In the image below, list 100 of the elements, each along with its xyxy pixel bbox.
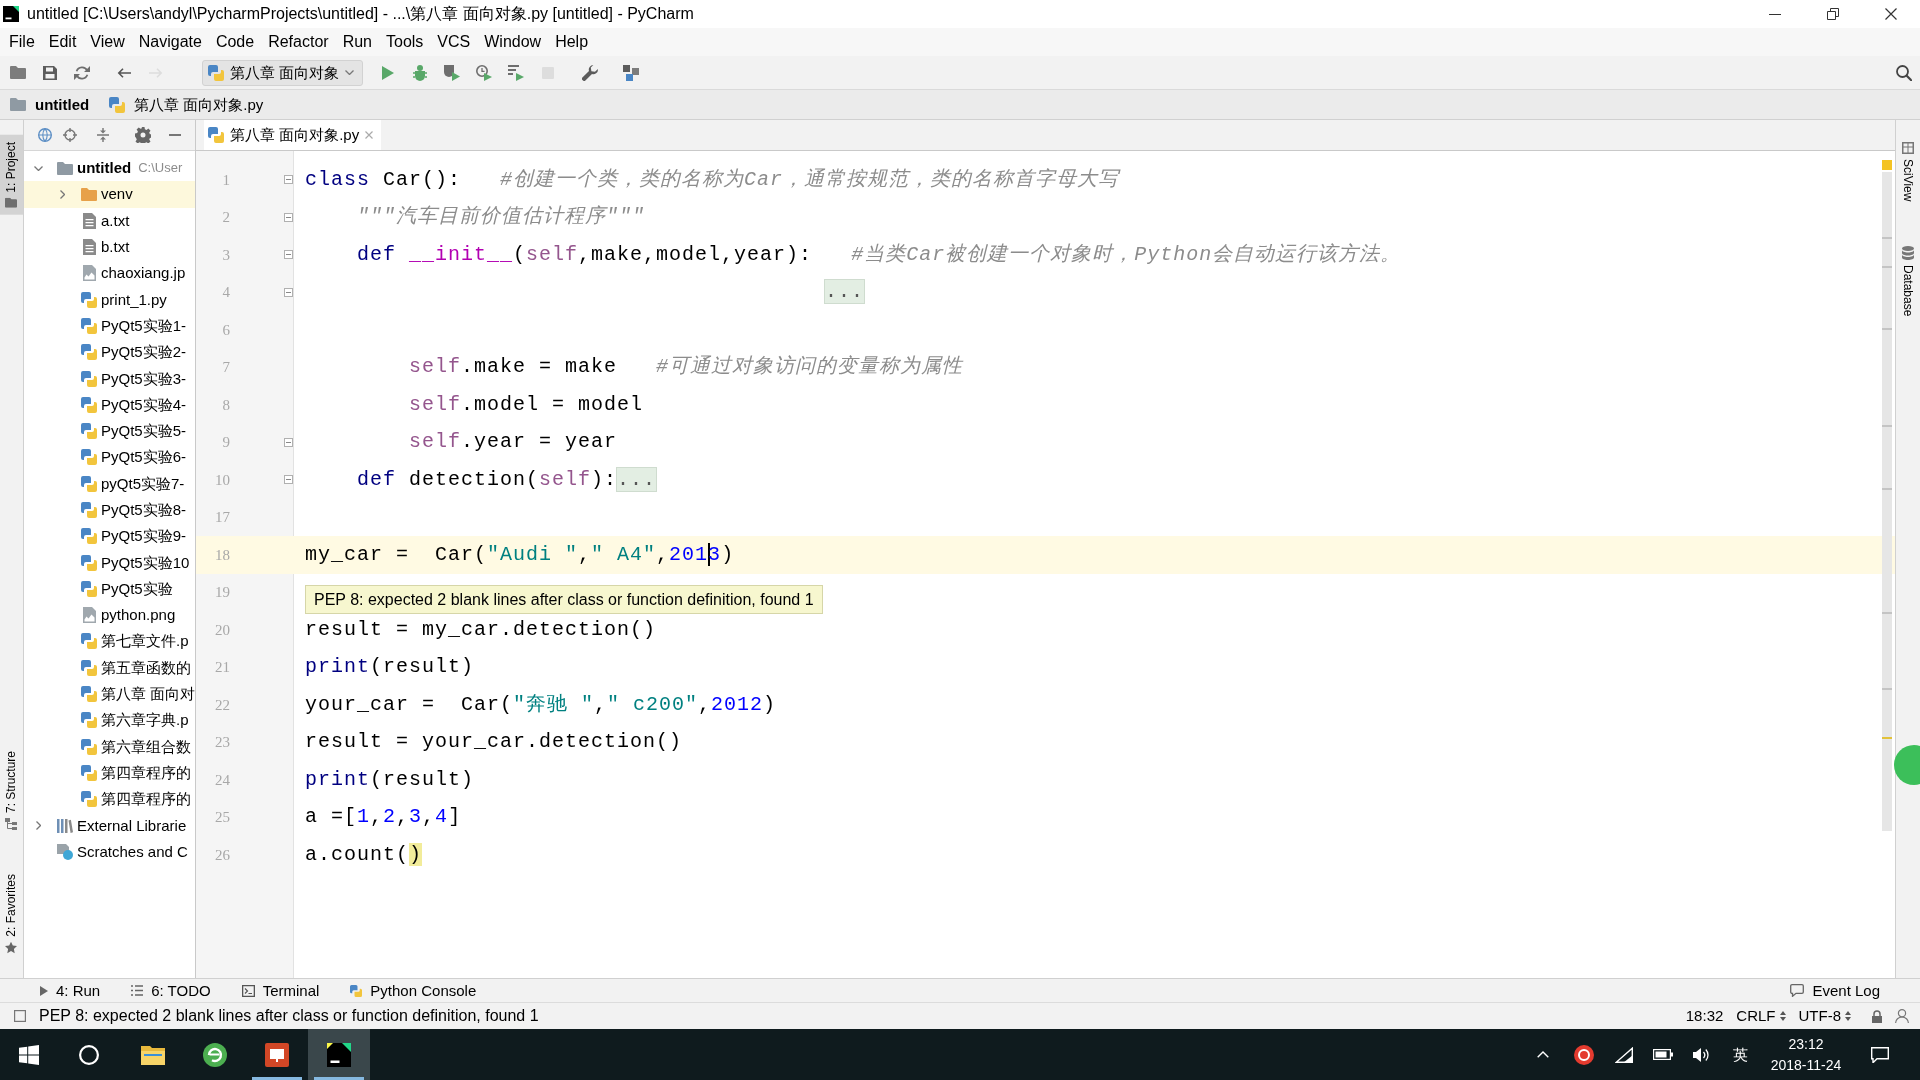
play-icon[interactable] — [382, 65, 395, 80]
search-icon[interactable] — [1896, 64, 1912, 81]
side-tab[interactable]: 1: Project — [0, 135, 23, 215]
breadcrumb[interactable]: 第八章 面向对象.py — [109, 95, 264, 114]
clock-play-icon[interactable] — [476, 64, 493, 81]
refresh-icon[interactable] — [74, 64, 90, 81]
restore-icon[interactable] — [1827, 8, 1839, 20]
tree-item[interactable]: 第四章程序的 — [101, 790, 191, 809]
folder-icon[interactable] — [141, 1044, 165, 1065]
tree-item[interactable]: 第四章程序的 — [101, 763, 191, 782]
encoding-selector[interactable]: UTF-8 — [1798, 1007, 1851, 1025]
wrench-icon[interactable] — [582, 64, 599, 81]
tree-item[interactable]: chaoxiang.jp — [101, 264, 186, 283]
back-arrow-icon[interactable] — [117, 67, 131, 78]
fold-marker-icon[interactable] — [284, 212, 293, 222]
menu-item[interactable]: VCS — [430, 29, 478, 55]
network-icon[interactable] — [1615, 1046, 1633, 1063]
menu-item[interactable]: Tools — [379, 29, 431, 55]
fold-marker-icon[interactable] — [284, 175, 293, 185]
tree-item[interactable]: venv — [101, 185, 133, 204]
tree-item[interactable]: python.png — [101, 606, 176, 625]
app-logo-icon[interactable] — [327, 1042, 351, 1067]
tree-item[interactable]: PyQt5实验6- — [101, 448, 187, 467]
tree-item[interactable]: a.txt — [101, 211, 130, 230]
tree-item[interactable]: PyQt5实验 — [101, 579, 173, 598]
input-method-indicator[interactable]: 英 — [1733, 1045, 1748, 1064]
chevron-up-icon[interactable] — [1537, 1051, 1549, 1058]
windows-logo-icon[interactable] — [19, 1044, 39, 1065]
menu-item[interactable]: Refactor — [261, 29, 336, 55]
panel-toggle-icon[interactable] — [14, 1010, 26, 1022]
tree-item[interactable]: External Librarie — [77, 816, 187, 835]
line-separator-selector[interactable]: CRLF — [1736, 1007, 1786, 1025]
clock-date[interactable]: 2018-11-24 — [1770, 1054, 1842, 1076]
menu-item[interactable]: Help — [548, 29, 596, 55]
menu-item[interactable]: Run — [335, 29, 379, 55]
tool-window-button[interactable]: Event Log — [1790, 981, 1880, 1000]
tree-item[interactable]: pyQt5实验7- — [101, 474, 185, 493]
gear-icon[interactable] — [135, 127, 151, 143]
tree-item[interactable]: 第六章组合数 — [101, 737, 191, 756]
menu-item[interactable]: Edit — [41, 29, 84, 55]
globe-icon[interactable] — [38, 128, 52, 142]
fold-marker-icon[interactable] — [284, 437, 293, 447]
tree-item[interactable]: print_1.py — [101, 290, 167, 309]
editor-tab[interactable]: 第八章 面向对象.py — [204, 120, 382, 150]
tool-window-button[interactable]: Python Console — [350, 981, 477, 1000]
tree-item[interactable]: PyQt5实验3- — [101, 369, 187, 388]
caret-right-icon[interactable] — [59, 189, 65, 199]
speaker-icon[interactable] — [1692, 1046, 1709, 1063]
clock-time[interactable]: 23:12 — [1788, 1033, 1824, 1055]
tree-item[interactable]: PyQt5实验2- — [101, 343, 187, 362]
tree-item[interactable]: Scratches and C — [77, 842, 188, 861]
battery-icon[interactable] — [1653, 1049, 1673, 1060]
close-icon[interactable] — [1885, 8, 1897, 20]
lines-play-icon[interactable] — [508, 64, 525, 81]
ring-icon[interactable] — [1573, 1044, 1594, 1065]
tree-item[interactable]: b.txt — [101, 238, 130, 257]
person-icon[interactable] — [1895, 1009, 1909, 1023]
notification-icon[interactable] — [1871, 1046, 1889, 1063]
collapse-all-icon[interactable] — [97, 128, 109, 142]
bug-icon[interactable] — [413, 64, 428, 81]
tree-item[interactable]: PyQt5实验10 — [101, 553, 190, 572]
breadcrumb[interactable]: untitled — [10, 95, 90, 114]
menu-item[interactable]: View — [83, 29, 132, 55]
caret-right-icon[interactable] — [35, 821, 41, 831]
crosshair-icon[interactable] — [63, 128, 77, 142]
run-configuration-dropdown[interactable]: 第八章 面向对象 — [202, 59, 364, 86]
tree-item[interactable]: PyQt5实验1- — [101, 316, 187, 335]
fold-marker-icon[interactable] — [284, 287, 293, 297]
tree-item[interactable]: 第六章字典.p — [101, 711, 189, 730]
tree-item[interactable]: 第七章文件.p — [101, 632, 189, 651]
circle-icon[interactable] — [79, 1044, 99, 1065]
lock-icon[interactable] — [1872, 1009, 1882, 1023]
browser-icon[interactable] — [203, 1042, 227, 1067]
tree-item[interactable]: untitled — [77, 159, 132, 178]
side-tab[interactable]: SciView — [1896, 135, 1920, 209]
menu-item[interactable]: Code — [208, 29, 262, 55]
minimize-icon[interactable] — [1769, 13, 1781, 15]
tree-item[interactable]: 第八章 面向对 — [101, 685, 195, 704]
fold-marker-icon[interactable] — [284, 250, 293, 260]
tool-window-button[interactable]: 4: Run — [40, 981, 101, 1000]
tool-window-button[interactable]: 6: TODO — [131, 981, 211, 1000]
caret-position[interactable]: 18:32 — [1685, 1007, 1724, 1025]
menu-item[interactable]: Window — [477, 29, 549, 55]
tree-item[interactable]: PyQt5实验8- — [101, 501, 187, 519]
menu-item[interactable]: File — [2, 29, 42, 55]
tool-window-button[interactable]: Terminal — [241, 981, 320, 1000]
side-tab[interactable]: 2: Favorites — [0, 867, 23, 961]
blocks-icon[interactable] — [623, 64, 640, 81]
tree-item[interactable]: PyQt5实验9- — [101, 527, 187, 546]
tree-item[interactable]: PyQt5实验4- — [101, 395, 187, 414]
tree-item[interactable]: 第五章函数的 — [101, 658, 191, 677]
menu-item[interactable]: Navigate — [131, 29, 209, 55]
save-icon[interactable] — [43, 65, 57, 80]
presentation-icon[interactable] — [265, 1042, 289, 1067]
side-tab[interactable]: 7: Structure — [0, 744, 23, 838]
side-tab[interactable]: Database — [1896, 239, 1920, 324]
shield-play-icon[interactable] — [444, 64, 461, 81]
fold-marker-icon[interactable] — [284, 475, 293, 485]
tree-item[interactable]: PyQt5实验5- — [101, 422, 187, 441]
caret-down-icon[interactable] — [33, 165, 43, 171]
